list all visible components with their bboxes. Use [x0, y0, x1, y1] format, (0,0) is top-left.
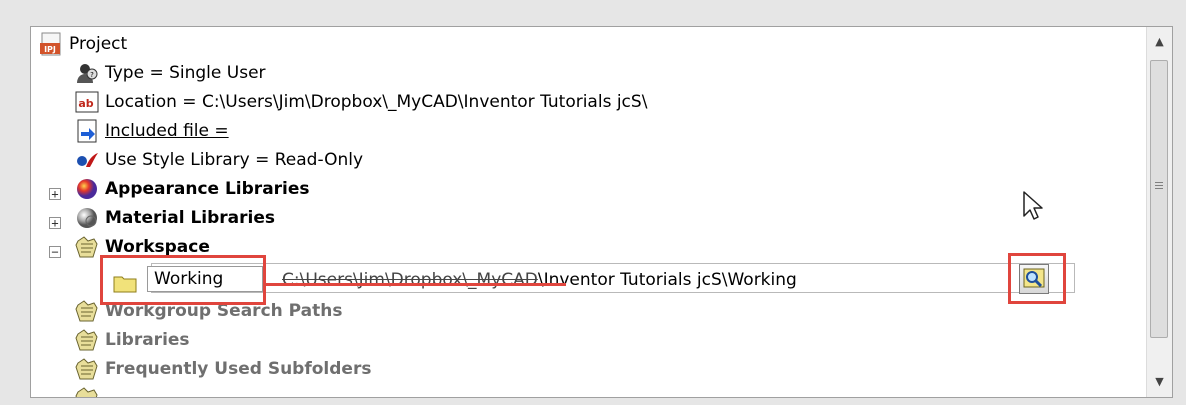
text-field-icon: ab — [75, 90, 99, 114]
material-sphere-icon — [75, 206, 99, 230]
tree-item-material-libraries[interactable]: Material Libraries — [75, 204, 275, 232]
expand-material-button[interactable]: + — [49, 217, 61, 229]
tree-item-label: Appearance Libraries — [105, 179, 310, 199]
style-library-icon — [75, 148, 99, 172]
collapse-workspace-button[interactable]: − — [49, 246, 61, 258]
svg-text:?: ? — [90, 71, 94, 79]
folder-paths-icon — [75, 386, 99, 397]
tree-item-label: Location = C:\Users\Jim\Dropbox\_MyCAD\I… — [105, 92, 648, 112]
tree-item-label: Use Style Library = Read-Only — [105, 150, 364, 170]
tree-item-included-file[interactable]: Included file = — [75, 117, 229, 145]
workspace-path-struck: C:\Users\Jim\Dropbox\_MyCAD — [282, 270, 538, 290]
scroll-thumb[interactable] — [1150, 60, 1168, 338]
text-field-icon-glyph: ab — [78, 97, 93, 110]
tree-item-partial[interactable] — [75, 384, 105, 397]
tree-item-label: Frequently Used Subfolders — [105, 359, 372, 379]
included-file-icon — [75, 119, 99, 143]
ipj-badge-text: IPJ — [44, 45, 56, 54]
tree-item-style-library[interactable]: Use Style Library = Read-Only — [75, 146, 363, 174]
tree-item-project[interactable]: IPJ Project — [39, 30, 127, 58]
vertical-scrollbar[interactable]: ▲ ▼ — [1146, 27, 1172, 397]
workspace-path-text: C:\Users\Jim\Dropbox\_MyCAD\Inventor Tut… — [282, 270, 797, 290]
tree-item-appearance-libraries[interactable]: Appearance Libraries — [75, 175, 310, 203]
user-type-icon: ? — [75, 61, 99, 85]
tree-item-label: Type = Single User — [105, 63, 266, 83]
scroll-up-button[interactable]: ▲ — [1147, 30, 1172, 54]
tree-item-type[interactable]: ? Type = Single User — [75, 59, 266, 87]
tree-item-label[interactable]: Included file = — [105, 121, 229, 141]
tree-item-libraries[interactable]: Libraries — [75, 326, 190, 354]
workspace-path-rest: \Inventor Tutorials jcS\Working — [537, 270, 797, 290]
folder-paths-icon — [75, 328, 99, 352]
folder-paths-icon — [75, 357, 99, 381]
tree-item-label: Material Libraries — [105, 208, 276, 228]
scroll-grip-line — [1155, 188, 1163, 189]
tree-item-label: Project — [69, 34, 128, 54]
tree-item-frequently-used-subfolders[interactable]: Frequently Used Subfolders — [75, 355, 371, 383]
scroll-down-button[interactable]: ▼ — [1147, 370, 1172, 394]
expand-appearance-button[interactable]: + — [49, 188, 61, 200]
scroll-grip-line — [1155, 182, 1163, 183]
mouse-cursor-icon — [1022, 190, 1044, 222]
folder-paths-icon — [75, 235, 99, 259]
tree-item-label: Workspace — [105, 237, 210, 257]
project-tree-panel: IPJ Project ? Type = Single User ab Loca… — [30, 26, 1173, 398]
tree-item-label: Libraries — [105, 330, 190, 350]
highlight-connector-line — [266, 283, 566, 286]
ipj-file-icon: IPJ — [39, 32, 63, 56]
highlight-name-box — [100, 255, 266, 305]
highlight-browse-box — [1008, 253, 1066, 304]
folder-paths-icon — [75, 299, 99, 323]
scroll-grip-line — [1155, 185, 1163, 186]
tree-item-location[interactable]: ab Location = C:\Users\Jim\Dropbox\_MyCA… — [75, 88, 647, 116]
appearance-sphere-icon — [75, 177, 99, 201]
